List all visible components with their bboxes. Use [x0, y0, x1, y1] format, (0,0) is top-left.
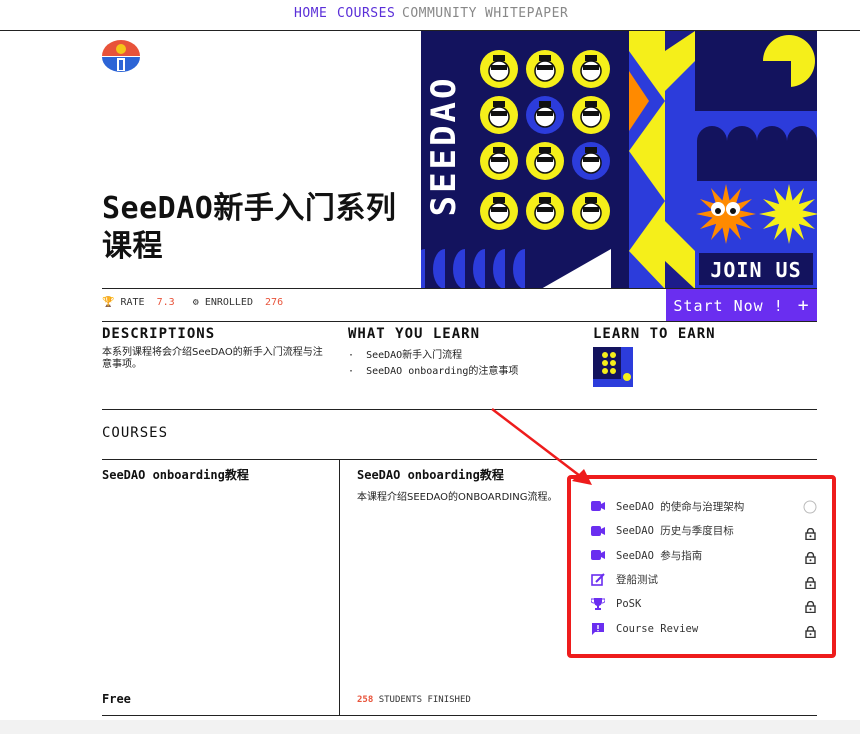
nft-avatar: [480, 50, 518, 88]
status-circle-icon: [803, 499, 817, 514]
learn-item: · SeeDAO onboarding的注意事项: [348, 366, 519, 377]
nft-avatar: [572, 96, 610, 134]
seedao-logo[interactable]: [102, 40, 140, 72]
learn-to-earn-heading: LEARN TO EARN: [593, 326, 716, 342]
lock-icon: [805, 623, 816, 639]
finished-count: 258: [357, 695, 374, 705]
start-now-button[interactable]: Start Now ! +: [666, 289, 817, 322]
students-finished: 258 STUDENTS FINISHED: [357, 695, 471, 705]
learn-list: · SeeDAO新手入门流程 · SeeDAO onboarding的注意事项: [348, 348, 518, 380]
what-you-learn-heading: WHAT YOU LEARN: [348, 326, 481, 342]
top-nav: HOME COURSES COMMUNITY WHITEPAPER: [0, 0, 860, 31]
rate-value: 7.3: [156, 297, 175, 308]
descriptions-heading: DESCRIPTIONS: [102, 326, 216, 342]
enrolled-icon: ⚙: [192, 297, 199, 308]
annotation-highlight-box: [567, 475, 836, 658]
trophy-icon: 🏆: [102, 297, 115, 308]
learn-item: · SeeDAO新手入门流程: [348, 350, 463, 361]
divider: [102, 715, 817, 716]
nft-avatar: [572, 50, 610, 88]
nft-avatar: [526, 142, 564, 180]
divider: [102, 459, 817, 460]
course-item-title[interactable]: SeeDAO onboarding教程: [102, 466, 249, 483]
nft-avatar: [572, 192, 610, 230]
course-price: Free: [102, 692, 131, 706]
enrolled-label: ENROLLED: [204, 297, 253, 308]
nft-avatar: [526, 50, 564, 88]
nft-avatar: [480, 192, 518, 230]
nav-whitepaper[interactable]: WHITEPAPER: [485, 6, 568, 21]
lock-icon: [805, 574, 816, 589]
annotation-arrow: [491, 408, 592, 485]
start-now-label: Start Now !: [673, 296, 784, 315]
courses-heading: COURSES: [102, 425, 169, 441]
hero-brand-text: SEEDAO: [424, 76, 464, 217]
enrolled-value: 276: [265, 297, 284, 308]
divider: [102, 321, 817, 322]
course-title: SeeDAO新手入门系列课程: [102, 191, 397, 264]
nft-avatar: [480, 96, 518, 134]
divider: [102, 409, 817, 410]
nft-avatar: [572, 142, 610, 180]
nav-community[interactable]: COMMUNITY: [402, 6, 477, 21]
hero-join-text: JOIN US: [710, 258, 801, 282]
rate-label: RATE: [120, 297, 145, 308]
nft-avatar: [526, 96, 564, 134]
lock-icon: [805, 525, 816, 540]
course-cover-image: SEEDAO JOIN US: [421, 31, 817, 289]
footer-strip: [0, 720, 860, 734]
course-stats: 🏆 RATE 7.3 ⚙ ENROLLED 276: [102, 297, 283, 308]
lock-icon: [805, 549, 816, 565]
finished-label: STUDENTS FINISHED: [378, 695, 471, 705]
nav-courses[interactable]: COURSES: [337, 6, 395, 21]
nft-avatar: [526, 192, 564, 230]
nft-avatar: [480, 142, 518, 180]
earn-nft-thumbnail[interactable]: [593, 347, 633, 387]
descriptions-text: 本系列课程将会介绍SeeDAO的新手入门流程与注意事项。: [102, 347, 323, 370]
nav-home[interactable]: HOME: [294, 6, 327, 21]
lock-icon: [805, 598, 816, 614]
column-divider: [339, 459, 340, 715]
plus-icon: +: [797, 295, 810, 316]
nft-avatar-grid: [480, 50, 610, 230]
